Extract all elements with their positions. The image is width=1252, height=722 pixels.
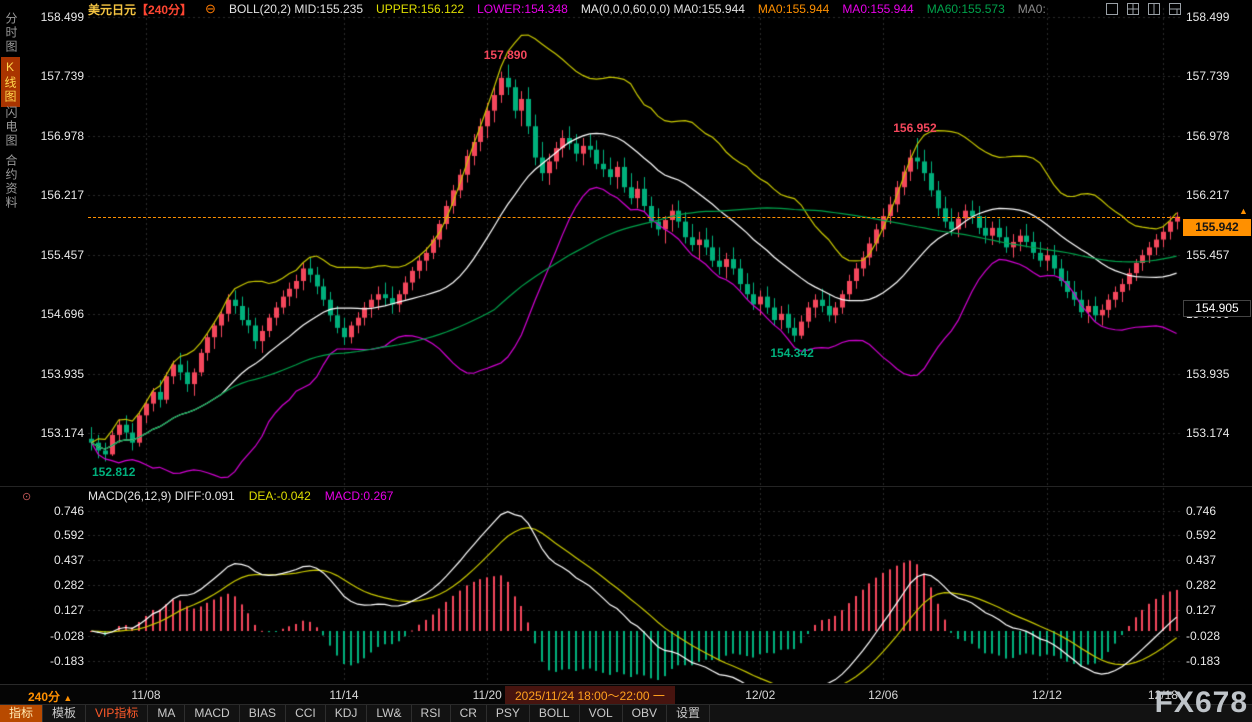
toolbar-tab-boll[interactable]: BOLL: [530, 705, 580, 722]
price-axis-tick-right: 155.457: [1186, 248, 1248, 262]
toolbar-tab-ma[interactable]: MA: [148, 705, 185, 722]
macd-diff-value: MACD(26,12,9) DIFF:0.091: [88, 489, 235, 503]
boll-upper-value: UPPER:156.122: [376, 2, 464, 16]
ma0-empty-value: MA0:: [1018, 2, 1046, 16]
boll-lower-value: LOWER:154.348: [477, 2, 568, 16]
timeframe-caret-icon: ▲: [63, 693, 72, 703]
sidebar-item-lightning-chart[interactable]: 闪电图: [3, 106, 20, 148]
layout-horizontal-split-icon[interactable]: [1169, 3, 1181, 15]
candlestick-chart-canvas[interactable]: [0, 0, 1252, 722]
panel-divider: [0, 486, 1252, 487]
toolbar-tab-settings[interactable]: 设置: [667, 705, 710, 722]
indicator-dot-icon[interactable]: ⊙: [22, 490, 31, 503]
time-axis-label: 12/06: [861, 688, 905, 702]
price-up-arrow-icon: ▲: [1239, 206, 1248, 216]
price-annotation: 157.890: [484, 48, 527, 62]
toolbar-tab-cci[interactable]: CCI: [286, 705, 326, 722]
sidebar-item-kline-chart[interactable]: K线图: [1, 57, 20, 107]
toolbar-tab-vol[interactable]: VOL: [580, 705, 623, 722]
macd-axis-tick-left: 0.127: [34, 603, 84, 617]
ma60-value: MA60:155.573: [927, 2, 1005, 16]
chart-header: 美元日元 【240分】 ⊖ BOLL(20,2) MID:155.235 UPP…: [88, 0, 1046, 18]
toolbar-tab-indicator[interactable]: 指标: [0, 705, 43, 722]
macd-axis-tick-right: -0.028: [1186, 629, 1248, 643]
layout-grid-icon[interactable]: [1127, 3, 1139, 15]
macd-axis-tick-left: -0.028: [34, 629, 84, 643]
sidebar-item-contract-info[interactable]: 合约资料: [3, 154, 20, 210]
macd-axis-tick-right: 0.746: [1186, 504, 1248, 518]
toolbar-tab-macd[interactable]: MACD: [185, 705, 239, 722]
timeframe-selector-label: 240分: [28, 690, 60, 704]
price-axis-tick-left: 158.499: [34, 10, 84, 24]
macd-axis-tick-right: 0.127: [1186, 603, 1248, 617]
ma0-magenta-value: MA0:155.944: [842, 2, 913, 16]
toolbar-tab-kdj[interactable]: KDJ: [326, 705, 368, 722]
trading-chart-app: 美元日元 【240分】 ⊖ BOLL(20,2) MID:155.235 UPP…: [0, 0, 1252, 722]
timeframe-selector[interactable]: 240分 ▲: [28, 688, 72, 705]
macd-axis-tick-left: 0.592: [34, 528, 84, 542]
toolbar-tab-vip-indicator[interactable]: VIP指标: [86, 705, 148, 722]
toolbar-tab-template[interactable]: 模板: [43, 705, 86, 722]
price-axis-tick-right: 158.499: [1186, 10, 1248, 24]
price-axis-tick-left: 156.217: [34, 188, 84, 202]
boll-mid-value: BOLL(20,2) MID:155.235: [229, 2, 363, 16]
macd-axis-tick-left: -0.183: [34, 654, 84, 668]
price-axis-tick-right: 156.978: [1186, 129, 1248, 143]
price-axis-tick-left: 156.978: [34, 129, 84, 143]
current-price-badge: 155.942: [1183, 219, 1251, 236]
symbol-title: 美元日元: [88, 1, 136, 18]
price-axis-tick-right: 156.217: [1186, 188, 1248, 202]
macd-axis-tick-right: 0.282: [1186, 578, 1248, 592]
price-axis-tick-right: 153.174: [1186, 426, 1248, 440]
selection-tooltip: 2025/11/24 18:00～22:00 一: [505, 686, 675, 705]
time-axis-label: 11/20: [465, 688, 509, 702]
ma-main-value: MA(0,0,0,60,0,0) MA0:155.944: [581, 2, 745, 16]
time-axis-label: 12/02: [738, 688, 782, 702]
layout-vertical-split-icon[interactable]: [1148, 3, 1160, 15]
layout-single-icon[interactable]: [1106, 3, 1118, 15]
indicator-toolbar: 指标模板VIP指标MAMACDBIASCCIKDJLW&RSICRPSYBOLL…: [0, 704, 1252, 722]
time-axis-label: 12/12: [1025, 688, 1069, 702]
macd-axis-tick-right: 0.592: [1186, 528, 1248, 542]
price-annotation: 154.342: [770, 346, 813, 360]
toolbar-tab-lwr[interactable]: LW&: [367, 705, 411, 722]
macd-axis-tick-left: 0.282: [34, 578, 84, 592]
window-layout-icons: [1106, 3, 1181, 15]
macd-axis-tick-right: 0.437: [1186, 553, 1248, 567]
time-axis-label: 11/14: [322, 688, 366, 702]
macd-value: MACD:0.267: [325, 489, 394, 503]
macd-header: MACD(26,12,9) DIFF:0.091 DEA:-0.042 MACD…: [88, 489, 393, 503]
price-annotation: 152.812: [92, 465, 135, 479]
price-axis-tick-left: 153.174: [34, 426, 84, 440]
toolbar-tab-rsi[interactable]: RSI: [412, 705, 451, 722]
watermark: FX678: [1155, 686, 1248, 720]
macd-dea-value: DEA:-0.042: [249, 489, 311, 503]
price-axis-tick-left: 155.457: [34, 248, 84, 262]
toolbar-tab-psy[interactable]: PSY: [487, 705, 530, 722]
toolbar-tab-bias[interactable]: BIAS: [240, 705, 286, 722]
toolbar-tab-cr[interactable]: CR: [451, 705, 487, 722]
secondary-price-badge: 154.905: [1183, 300, 1251, 317]
time-axis-label: 11/08: [124, 688, 168, 702]
current-price-line: [88, 217, 1180, 218]
price-axis-tick-right: 157.739: [1186, 69, 1248, 83]
price-axis-tick-right: 153.935: [1186, 367, 1248, 381]
timeframe-tag: 【240分】: [136, 1, 192, 18]
price-axis-tick-left: 154.696: [34, 307, 84, 321]
sidebar-item-time-chart[interactable]: 分时图: [3, 12, 20, 54]
price-axis-tick-left: 153.935: [34, 367, 84, 381]
ma0-orange-value: MA0:155.944: [758, 2, 829, 16]
toolbar-tab-obv[interactable]: OBV: [623, 705, 667, 722]
macd-axis-tick-left: 0.437: [34, 553, 84, 567]
price-axis-tick-left: 157.739: [34, 69, 84, 83]
collapse-icon[interactable]: ⊖: [205, 1, 216, 17]
price-annotation: 156.952: [893, 121, 936, 135]
macd-axis-tick-left: 0.746: [34, 504, 84, 518]
macd-axis-tick-right: -0.183: [1186, 654, 1248, 668]
